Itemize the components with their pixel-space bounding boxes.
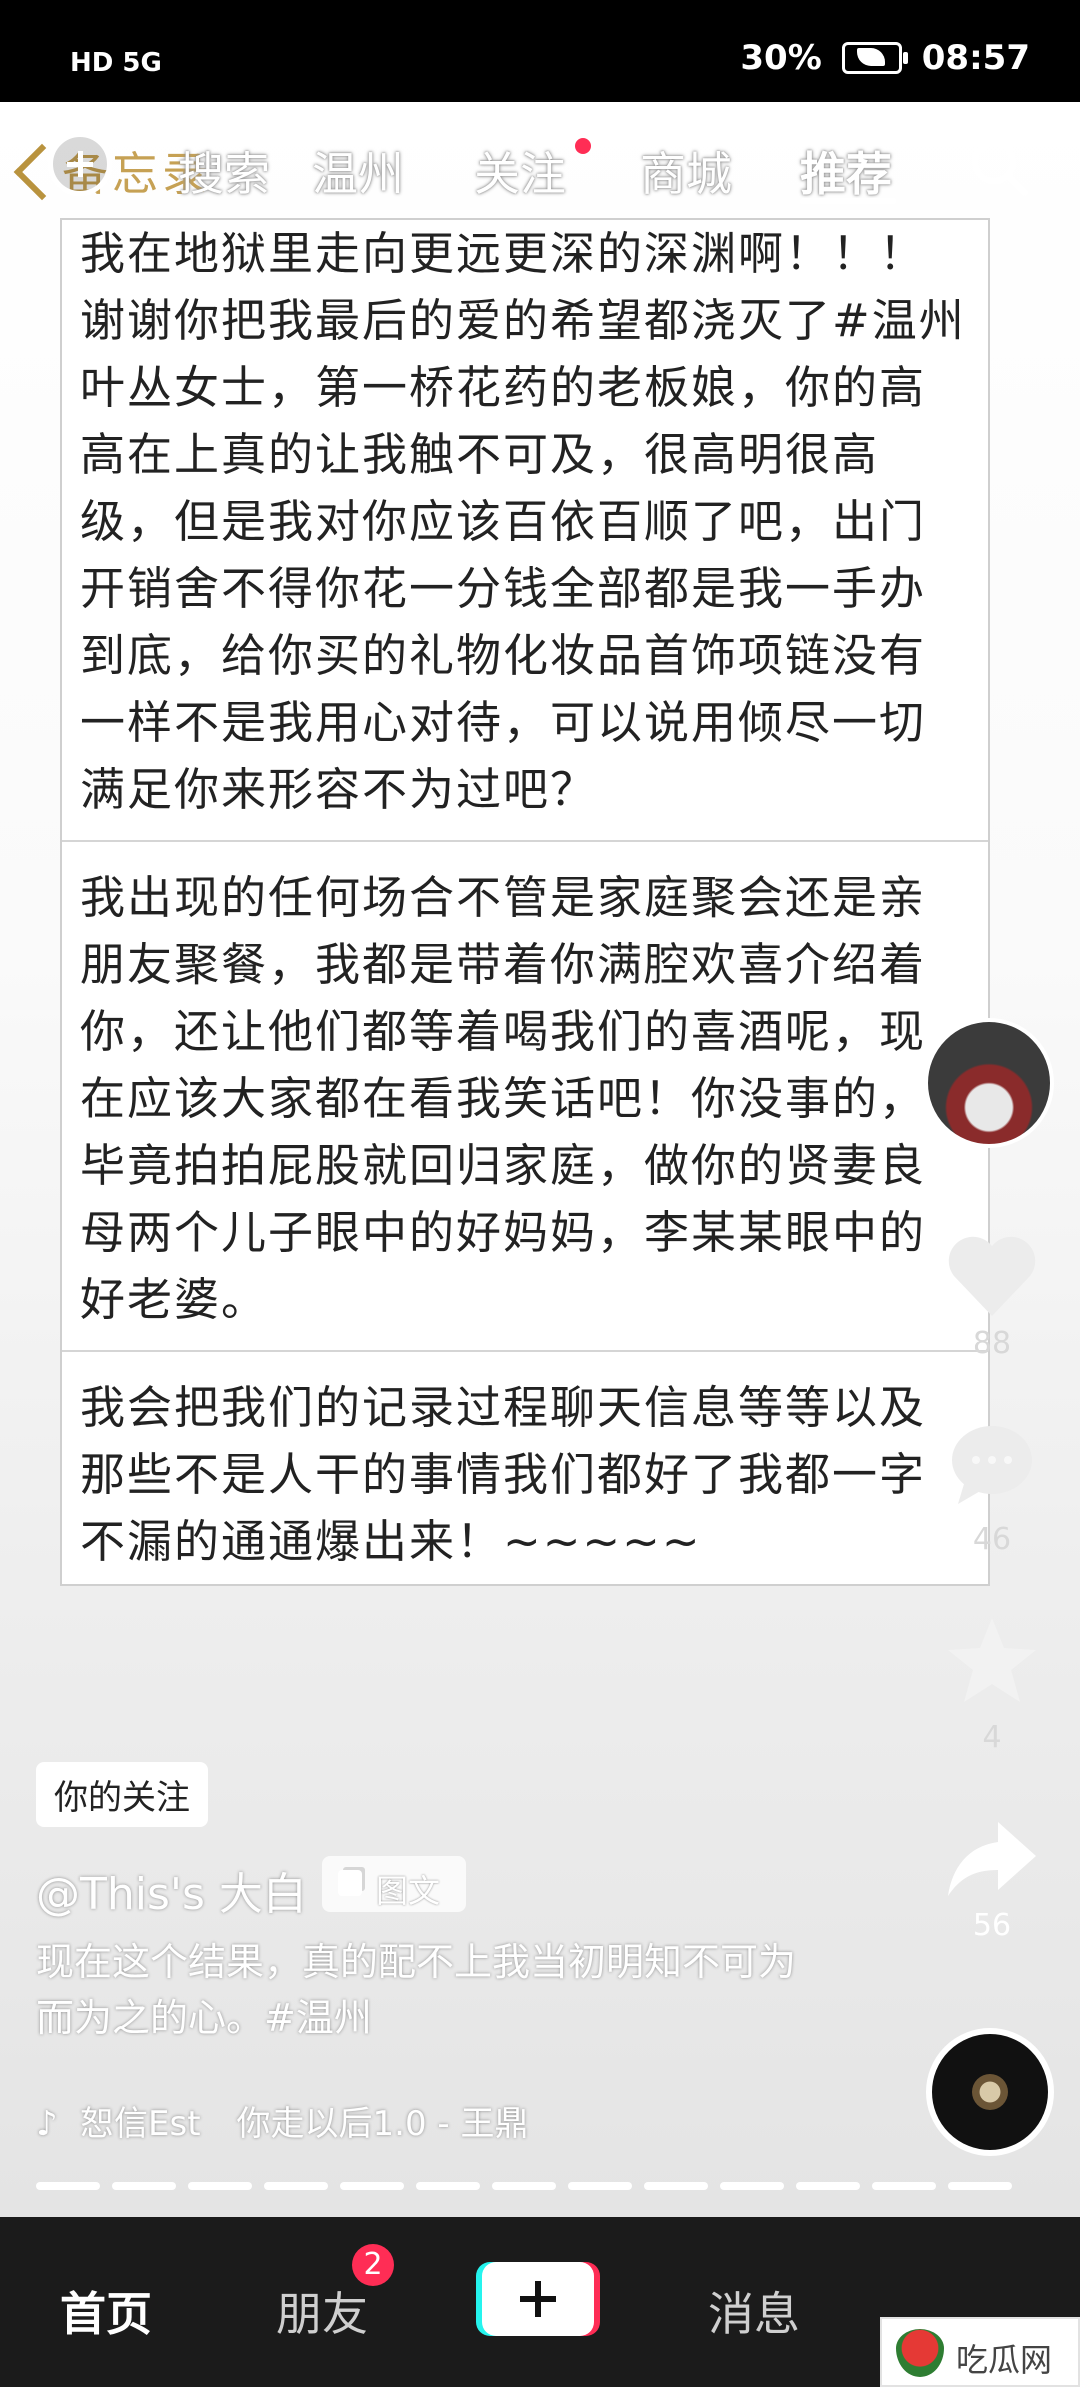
note-paragraph: 我出现的任何场合不管是家庭聚会还是亲朋友聚餐，我都是带着你满腔欢喜介绍着你，还让… <box>62 840 988 1350</box>
post-description[interactable]: 现在这个结果，真的配不上我当初明知不可为而为之的心。#温州 <box>36 1934 796 2046</box>
nav-home[interactable]: 首页 <box>60 2278 152 2344</box>
watermelon-icon <box>896 2329 944 2377</box>
status-right: 30% 08:57 <box>740 38 1030 78</box>
add-icon[interactable] <box>48 132 112 196</box>
tab-wenzhou[interactable]: 温州 <box>312 138 404 204</box>
notification-dot <box>575 138 591 154</box>
progress-segment <box>872 2182 936 2190</box>
progress-segment <box>720 2182 784 2190</box>
active-tab-indicator <box>800 198 896 204</box>
star-icon[interactable] <box>944 1612 1040 1708</box>
progress-segment <box>492 2182 556 2190</box>
progress-segment <box>36 2182 100 2190</box>
note-paragraph: 我会把我们的记录过程聊天信息等等以及那些不是人干的事情我们都好了我都一字不漏的通… <box>62 1350 988 1586</box>
search-icon[interactable] <box>968 136 1030 198</box>
progress-segment <box>112 2182 176 2190</box>
tab-following[interactable]: 关注 <box>474 138 566 204</box>
progress-segment <box>644 2182 708 2190</box>
music-info[interactable]: ♪ 恕信Est 你走以后1.0 - 王鼎 <box>36 2096 529 2145</box>
tab-recommend[interactable]: 推荐 <box>800 138 892 204</box>
friends-badge: 2 <box>352 2244 394 2286</box>
tab-mall[interactable]: 商城 <box>640 138 732 204</box>
share-icon[interactable] <box>944 1816 1040 1902</box>
battery-percent: 30% <box>740 38 822 78</box>
comment-count: 46 <box>972 1522 1012 1557</box>
memo-note-image: 我在地狱里走向更远更深的深渊啊！！！谢谢你把我最后的爱的希望都浇灭了#温州 叶丛… <box>60 218 990 1586</box>
post-type-label: 图文 <box>376 1872 441 1910</box>
progress-segment <box>188 2182 252 2190</box>
progress-segment <box>340 2182 404 2190</box>
site-watermark: 吃瓜网 <box>880 2317 1080 2387</box>
post-type-badge: 图文 <box>322 1856 466 1912</box>
clock: 08:57 <box>921 38 1030 78</box>
progress-segment <box>948 2182 1012 2190</box>
comment-icon[interactable] <box>944 1418 1040 1508</box>
author-name[interactable]: @This's 大白 <box>36 1858 307 1922</box>
progress-segment <box>264 2182 328 2190</box>
music-disc[interactable] <box>926 2028 1054 2156</box>
create-button[interactable] <box>482 2262 594 2336</box>
like-count: 88 <box>972 1326 1012 1361</box>
heart-icon[interactable] <box>944 1232 1040 1322</box>
watermark-text: 吃瓜网 <box>956 2341 1053 2379</box>
favorite-count: 4 <box>982 1720 1002 1755</box>
progress-segment <box>796 2182 860 2190</box>
image-text-icon <box>338 1870 362 1896</box>
nav-messages[interactable]: 消息 <box>708 2278 800 2344</box>
progress-segment <box>416 2182 480 2190</box>
music-artist: 恕信Est <box>80 2104 201 2144</box>
music-note-icon: ♪ <box>36 2104 58 2144</box>
music-title: 你走以后1.0 - 王鼎 <box>236 2104 529 2144</box>
following-tag: 你的关注 <box>36 1762 208 1827</box>
image-progress-bar <box>36 2182 1044 2190</box>
author-avatar[interactable] <box>924 1018 1054 1148</box>
nav-friends[interactable]: 朋友 <box>276 2278 368 2344</box>
network-indicator: HD 5G <box>70 48 162 78</box>
battery-icon <box>841 42 908 74</box>
tab-search[interactable]: 搜索 <box>178 138 270 204</box>
note-paragraph: 我在地狱里走向更远更深的深渊啊！！！谢谢你把我最后的爱的希望都浇灭了#温州 叶丛… <box>80 227 966 816</box>
progress-segment <box>568 2182 632 2190</box>
status-bar: HD 5G 30% 08:57 <box>0 0 1080 102</box>
share-count: 56 <box>972 1908 1012 1943</box>
